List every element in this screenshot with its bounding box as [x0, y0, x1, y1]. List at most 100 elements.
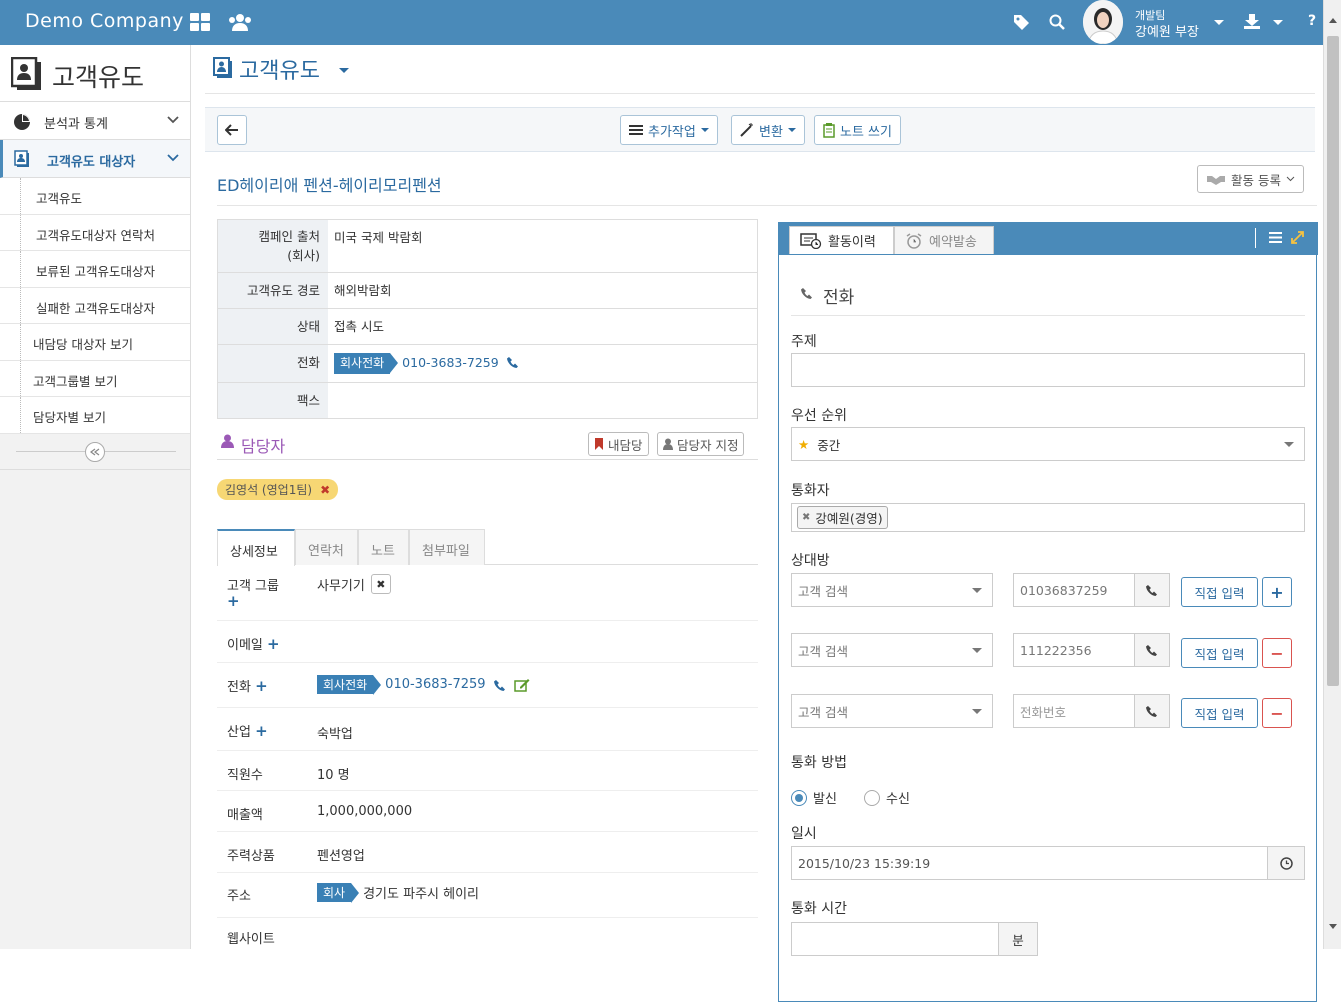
activity-panel-header: 활동이력 예약발송 [779, 222, 1318, 255]
edit-icon[interactable] [513, 678, 530, 692]
detail-row-group: 고객 그룹 + 사무기기 ✖ [217, 565, 758, 621]
page-scrollbar[interactable] [1323, 0, 1341, 949]
sidebar-subitem-label: 보류된 고객유도대상자 [36, 264, 155, 279]
tab-scheduled-send[interactable]: 예약발송 [894, 226, 994, 254]
handshake-icon [1207, 176, 1225, 185]
chevron-down-icon[interactable] [1213, 19, 1225, 27]
phone-icon[interactable] [506, 356, 519, 368]
alarm-clock-icon [906, 232, 922, 249]
info-row: 팩스 [218, 383, 757, 418]
incoming-radio[interactable]: 수신 [864, 788, 910, 807]
back-button[interactable] [217, 115, 247, 145]
remove-counterpart-button[interactable]: − [1262, 698, 1292, 728]
plus-icon[interactable]: + [255, 677, 268, 695]
detail-key: 산업 + [227, 722, 268, 740]
plus-icon[interactable]: + [255, 722, 268, 740]
plus-icon[interactable]: + [267, 635, 280, 653]
phone-icon[interactable] [1134, 573, 1170, 607]
owner-chip-label: 김영석 (영업1팀) [225, 483, 313, 497]
customer-search-select[interactable]: 고객 검색 [791, 694, 993, 728]
datetime-input[interactable]: 2015/10/23 15:39:19 [791, 846, 1268, 880]
sidebar-subitem[interactable]: 고객그룹별 보기 [0, 360, 190, 397]
sidebar-subitem[interactable]: 고객유도 [0, 178, 190, 215]
phone-link[interactable]: 010-3683-7259 [402, 353, 499, 372]
phone-icon[interactable] [1134, 694, 1170, 728]
tab-attachments[interactable]: 첨부파일 [409, 529, 485, 565]
sidebar-subitem[interactable]: 실패한 고객유도대상자 [0, 287, 190, 324]
priority-select[interactable]: ★ 중간 [791, 427, 1305, 461]
my-owner-button[interactable]: 내담당 [588, 432, 649, 456]
top-bar: Demo Company 개발팀 강예원 부장 ? [0, 0, 1341, 45]
search-icon[interactable] [1049, 14, 1065, 30]
download-icon[interactable] [1243, 13, 1261, 29]
customer-search-placeholder: 고객 검색 [798, 704, 848, 720]
help-icon[interactable]: ? [1308, 13, 1316, 29]
address-type-tag: 회사 [317, 883, 360, 903]
sidebar-item-lead-targets[interactable]: 고객유도 대상자 [0, 140, 190, 178]
duration-label: 통화 시간 [791, 901, 847, 917]
direct-input-button[interactable]: 직접 입력 [1181, 577, 1258, 607]
remove-icon[interactable]: ✖ [320, 483, 330, 497]
info-key: 상태 [218, 309, 328, 344]
scroll-down-icon[interactable] [1329, 924, 1337, 929]
expand-icon[interactable] [1291, 231, 1304, 244]
sidebar-item-analytics[interactable]: 분석과 통계 [0, 102, 190, 140]
main-content: 고객유도 추가작업 변환 노트 쓰기 ED헤이리애 펜션-헤이리모리펜션 활동 … [193, 45, 1323, 1002]
register-activity-button[interactable]: 활동 등록 [1197, 165, 1304, 193]
detail-row-phone: 전화 + 회사전화 010-3683-7259 [217, 663, 758, 708]
phone-icon [801, 287, 815, 301]
sidebar-subitem[interactable]: 담당자별 보기 [0, 397, 190, 434]
duration-input[interactable] [791, 922, 999, 956]
tab-details[interactable]: 상세정보 [217, 529, 295, 566]
tab-contacts[interactable]: 연락처 [295, 529, 358, 565]
direct-input-button[interactable]: 직접 입력 [1181, 698, 1258, 728]
remove-icon[interactable]: ✖ [802, 512, 810, 523]
phone-number-input[interactable]: 111222356 [1013, 633, 1135, 667]
more-actions-button[interactable]: 추가작업 [620, 115, 718, 145]
chevron-down-icon[interactable] [1272, 19, 1284, 27]
sidebar-collapse [0, 433, 190, 470]
menu-icon[interactable] [1269, 232, 1282, 243]
page-title[interactable]: 고객유도 [239, 53, 320, 85]
tab-notes[interactable]: 노트 [358, 529, 409, 565]
sidebar-subitem-label: 내담당 대상자 보기 [33, 337, 133, 352]
remove-counterpart-button[interactable]: − [1262, 638, 1292, 668]
info-key: 전화 [218, 345, 328, 382]
caller-input[interactable]: ✖ 강예원(경영) [791, 503, 1305, 532]
avatar[interactable] [1083, 0, 1123, 44]
phone-number-input[interactable]: 01036837259 [1013, 573, 1135, 607]
phone-icon[interactable] [1134, 633, 1170, 667]
scroll-up-icon[interactable] [1329, 18, 1337, 23]
user-name[interactable]: 강예원 부장 [1135, 21, 1199, 40]
subject-input[interactable] [791, 353, 1305, 387]
phone-link[interactable]: 010-3683-7259 [385, 677, 485, 692]
chevron-down-icon [972, 709, 982, 714]
collapse-icon[interactable] [85, 441, 105, 462]
write-note-button[interactable]: 노트 쓰기 [814, 115, 901, 145]
sidebar-subitem[interactable]: 고객유도대상자 연락처 [0, 214, 190, 251]
duration-unit: 분 [998, 922, 1038, 956]
remove-icon[interactable]: ✖ [370, 574, 391, 594]
detail-key: 직원수 [227, 768, 263, 783]
phone-number-input[interactable]: 전화번호 [1013, 694, 1135, 728]
call-method-label: 통화 방법 [791, 755, 847, 771]
customer-search-select[interactable]: 고객 검색 [791, 573, 993, 607]
brand-name[interactable]: Demo Company [25, 10, 184, 32]
direct-input-button[interactable]: 직접 입력 [1181, 638, 1258, 668]
plus-icon[interactable]: + [227, 592, 240, 610]
sidebar-subitem[interactable]: 내담당 대상자 보기 [0, 324, 190, 361]
clock-icon[interactable] [1267, 846, 1305, 880]
tags-icon[interactable] [1013, 14, 1031, 30]
outgoing-radio[interactable]: 발신 [791, 788, 837, 807]
customer-search-select[interactable]: 고객 검색 [791, 633, 993, 667]
sidebar-subitem[interactable]: 보류된 고객유도대상자 [0, 251, 190, 288]
assign-owner-button[interactable]: 담당자 지정 [657, 432, 745, 456]
add-counterpart-button[interactable]: + [1262, 577, 1292, 607]
scroll-thumb[interactable] [1327, 36, 1339, 686]
grid-icon[interactable] [190, 13, 212, 33]
chevron-down-icon[interactable] [339, 68, 349, 74]
tab-activity-history[interactable]: 활동이력 [789, 226, 894, 254]
phone-icon[interactable] [493, 679, 506, 691]
users-icon[interactable] [228, 13, 252, 33]
convert-button[interactable]: 변환 [731, 115, 805, 145]
